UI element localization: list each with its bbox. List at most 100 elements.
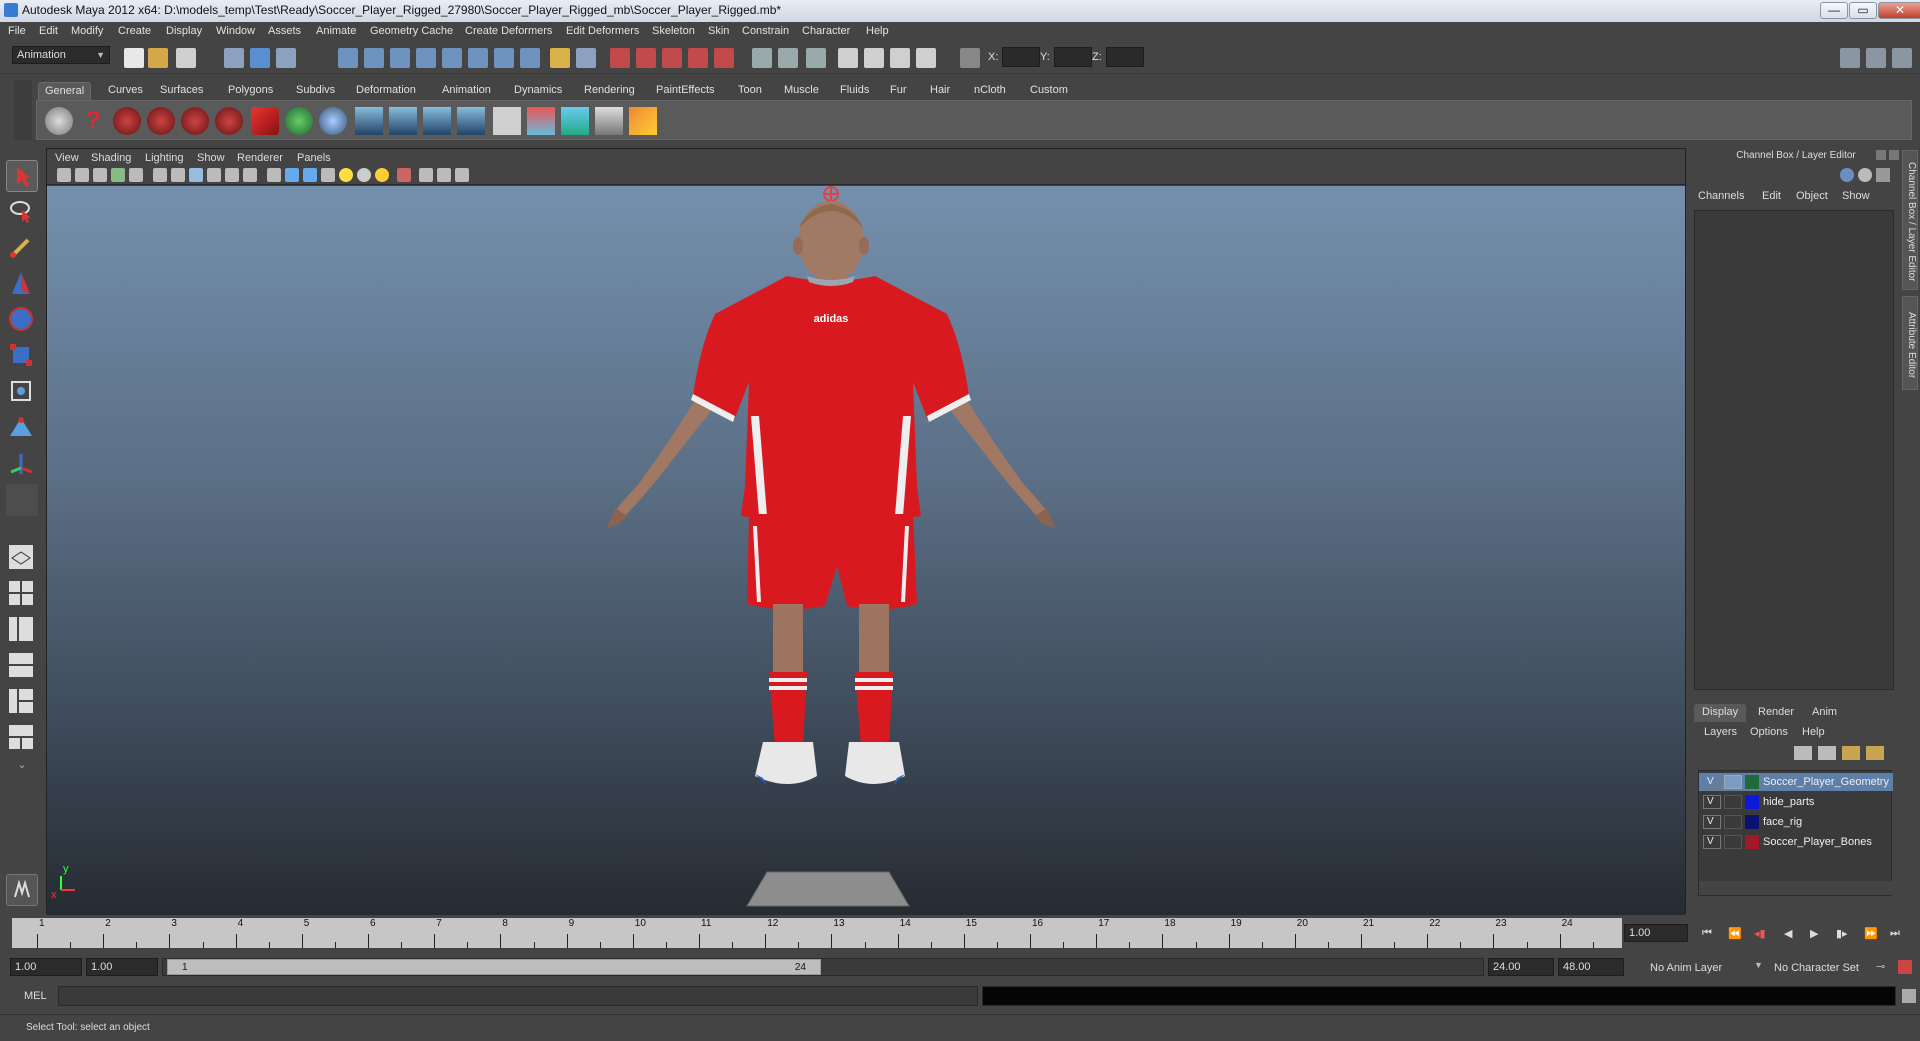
close-panel-icon[interactable] xyxy=(1889,150,1899,160)
menu-animate[interactable]: Animate xyxy=(316,25,356,37)
shelf-tab-polygons[interactable]: Polygons xyxy=(222,82,279,100)
menu-constrain[interactable]: Constrain xyxy=(742,25,789,37)
menu-create[interactable]: Create xyxy=(118,25,151,37)
render-icon[interactable] xyxy=(561,107,589,135)
shelf-tab-surfaces[interactable]: Surfaces xyxy=(154,82,209,100)
shelf-tab-hair[interactable]: Hair xyxy=(924,82,956,100)
backface-cull-icon[interactable] xyxy=(455,168,469,182)
vp-menu-shading[interactable]: Shading xyxy=(91,152,131,164)
time-slider[interactable]: 1 2 3 4 5 6 7 8 9 10 11 12 13 14 15 16 17 18 19 20 21 22 23 24 xyxy=(12,918,1622,948)
range-slider-handle[interactable]: 1 24 xyxy=(167,959,821,975)
layer-playback-toggle[interactable] xyxy=(1724,795,1742,809)
ipr-icon[interactable] xyxy=(595,107,623,135)
go-to-end-icon[interactable]: ⏭ xyxy=(1890,927,1900,940)
y-field[interactable] xyxy=(1054,47,1092,67)
history-inputs-icon[interactable] xyxy=(752,48,772,68)
anim-tool-2-icon[interactable] xyxy=(147,107,175,135)
anim-tool-1-icon[interactable] xyxy=(113,107,141,135)
channel-box-mode-icon[interactable] xyxy=(1840,168,1854,182)
isolate-select-icon[interactable] xyxy=(397,168,411,182)
mask-handles-icon[interactable] xyxy=(338,48,358,68)
current-time-field[interactable]: 1.00 xyxy=(1624,924,1688,942)
toggle-tool-settings-icon[interactable] xyxy=(1866,48,1886,68)
tool-settings-mode-icon[interactable] xyxy=(1876,168,1890,182)
camera-select-icon[interactable] xyxy=(57,168,71,182)
soft-mod-tool-icon[interactable] xyxy=(6,412,38,444)
shelf-tab-custom[interactable]: Custom xyxy=(1024,82,1074,100)
mask-deformers-icon[interactable] xyxy=(442,48,462,68)
render-frame-icon[interactable] xyxy=(864,48,884,68)
menu-skin[interactable]: Skin xyxy=(708,25,729,37)
bookmark-icon[interactable] xyxy=(93,168,107,182)
play-forward-icon[interactable]: ▶ xyxy=(1810,927,1818,940)
more-layouts-icon[interactable]: ⌄ xyxy=(6,758,38,790)
toggle-sidebar-icon[interactable] xyxy=(1840,48,1860,68)
shelf-tab-animation[interactable]: Animation xyxy=(436,82,497,100)
lock-selection-icon[interactable] xyxy=(550,48,570,68)
lasso-tool-icon[interactable] xyxy=(6,196,38,228)
wireframe-on-shaded-icon[interactable] xyxy=(303,168,317,182)
mel-label[interactable]: MEL xyxy=(24,990,47,1002)
highlight-selection-icon[interactable] xyxy=(576,48,596,68)
last-tool-icon[interactable] xyxy=(6,484,38,516)
channel-object-menu[interactable]: Object xyxy=(1796,190,1828,202)
snap-curve-icon[interactable] xyxy=(636,48,656,68)
shelf-tab-general[interactable]: General xyxy=(38,82,92,100)
anim-layer-label[interactable]: No Anim Layer xyxy=(1650,962,1722,974)
shelf-menu-icon[interactable] xyxy=(14,80,32,140)
layer-playback-toggle[interactable] xyxy=(1724,835,1742,849)
select-hierarchy-icon[interactable] xyxy=(224,48,244,68)
snap-point-icon[interactable] xyxy=(662,48,682,68)
graph-layout-icon[interactable] xyxy=(6,722,38,754)
film-reel-icon[interactable] xyxy=(45,107,73,135)
go-to-start-icon[interactable]: ⏮ xyxy=(1702,927,1712,940)
channel-edit-menu[interactable]: Edit xyxy=(1762,190,1781,202)
shelf-tab-curves[interactable]: Curves xyxy=(102,82,149,100)
layer-tab-display[interactable]: Display xyxy=(1694,704,1747,722)
default-light-icon[interactable] xyxy=(339,168,353,182)
xray-joints-icon[interactable] xyxy=(437,168,451,182)
mask-rendering-icon[interactable] xyxy=(494,48,514,68)
move-tool-icon[interactable] xyxy=(6,268,38,300)
paint-brush-icon[interactable] xyxy=(629,107,657,135)
channel-list[interactable] xyxy=(1694,210,1894,690)
close-button[interactable]: ✕ xyxy=(1878,2,1920,19)
shelf-tab-muscle[interactable]: Muscle xyxy=(778,82,825,100)
persp-outliner-layout-icon[interactable] xyxy=(6,614,38,646)
single-perspective-layout-icon[interactable] xyxy=(6,542,38,574)
render-view-icon[interactable] xyxy=(838,48,858,68)
step-forward-key-icon[interactable]: ⏩ xyxy=(1864,927,1878,940)
persp-graph-layout-icon[interactable] xyxy=(6,650,38,682)
mask-misc-icon[interactable] xyxy=(520,48,540,68)
graph-editor-icon[interactable] xyxy=(493,107,521,135)
xray-icon[interactable] xyxy=(419,168,433,182)
command-input[interactable] xyxy=(58,986,978,1006)
viewport-canvas[interactable]: adidas y x xyxy=(47,186,1685,915)
shelf-tab-rendering[interactable]: Rendering xyxy=(578,82,641,100)
step-back-frame-icon[interactable]: ◂▮ xyxy=(1754,927,1766,940)
select-tool-icon[interactable] xyxy=(6,160,38,192)
attribute-mode-icon[interactable] xyxy=(1858,168,1872,182)
paint-select-tool-icon[interactable] xyxy=(6,232,38,264)
shelf-tab-painteffects[interactable]: PaintEffects xyxy=(650,82,721,100)
vp-menu-lighting[interactable]: Lighting xyxy=(145,152,184,164)
vp-menu-show[interactable]: Show xyxy=(197,152,225,164)
step-forward-frame-icon[interactable]: ▮▸ xyxy=(1836,927,1848,940)
anim-layer-chevron-icon[interactable]: ▼ xyxy=(1754,960,1763,970)
grid-toggle-icon[interactable] xyxy=(153,168,167,182)
snap-grid-icon[interactable] xyxy=(610,48,630,68)
minimize-button[interactable]: — xyxy=(1820,2,1848,19)
snap-view-plane-icon[interactable] xyxy=(688,48,708,68)
anim-tool-4-icon[interactable] xyxy=(215,107,243,135)
layers-menu[interactable]: Layers xyxy=(1704,726,1737,738)
bind-skin-icon[interactable] xyxy=(457,107,485,135)
move-layer-down-icon[interactable] xyxy=(1818,746,1836,760)
vp-menu-panels[interactable]: Panels xyxy=(297,152,331,164)
vp-menu-view[interactable]: View xyxy=(55,152,79,164)
resolution-gate-icon[interactable] xyxy=(189,168,203,182)
side-tab-attribute-editor[interactable]: Attribute Editor xyxy=(1902,296,1918,390)
menu-geometry-cache[interactable]: Geometry Cache xyxy=(370,25,453,37)
universal-manipulator-icon[interactable] xyxy=(6,376,38,408)
ik-spline-icon[interactable] xyxy=(423,107,451,135)
safe-action-icon[interactable] xyxy=(243,168,257,182)
